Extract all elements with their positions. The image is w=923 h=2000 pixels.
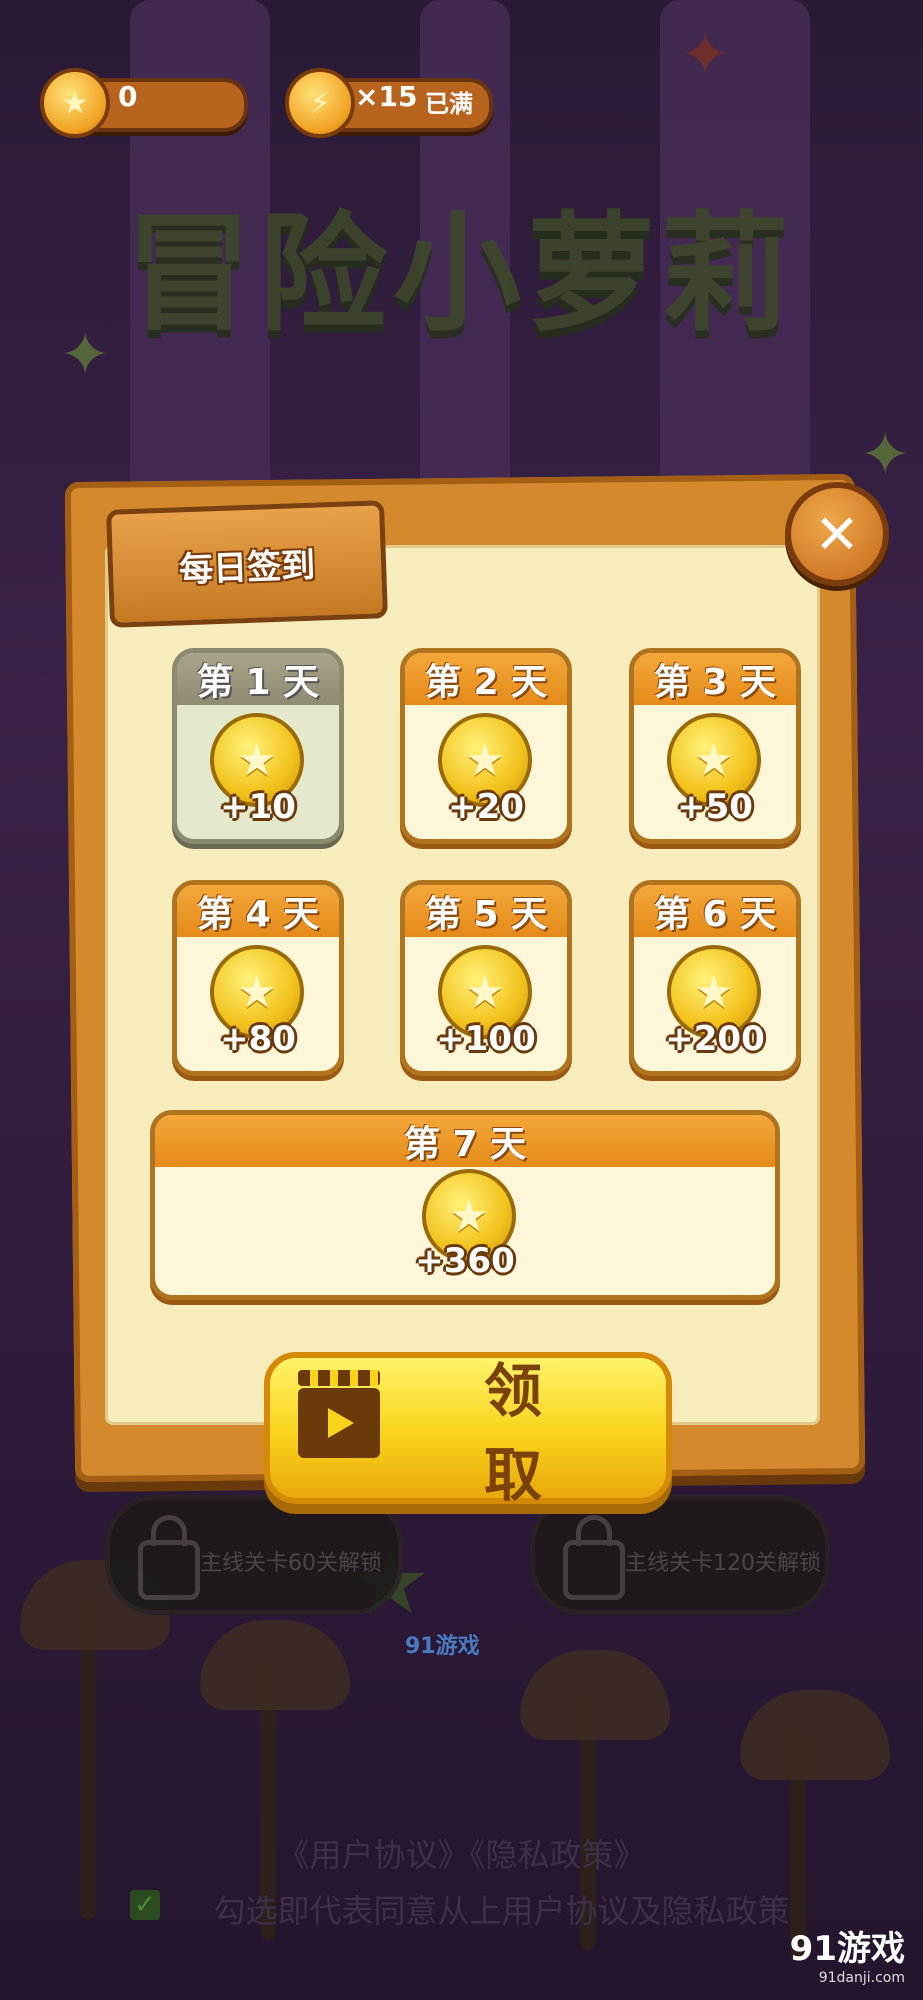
close-icon: ✕ [814,502,860,566]
day-label: 第 3 天 [634,653,796,705]
star-coin-icon: ★ [40,68,110,138]
locked-mode-button-right[interactable]: 主线关卡120关解锁 [530,1495,830,1615]
lock-icon [138,1515,200,1600]
mode-lock-text: 主线关卡60关解锁 [200,1551,382,1576]
star-decoration-icon: ✦ [860,420,911,490]
day-label: 第 5 天 [405,885,567,937]
claim-button[interactable]: 领 取 [264,1352,672,1509]
locked-mode-button-left[interactable]: 主线关卡60关解锁 [105,1495,403,1615]
mushroom-cap [520,1650,670,1740]
day-label: 第 4 天 [177,885,339,937]
day-card-6[interactable]: 第 6 天 ★ +200 [629,880,801,1076]
day-card-4[interactable]: 第 4 天 ★ +80 [172,880,344,1076]
policy-links[interactable]: 《用户协议》《隐私政策》 [0,1830,923,1876]
mode-lock-text: 主线关卡120关解锁 [625,1551,821,1576]
day-card-2[interactable]: 第 2 天 ★ +20 [400,648,572,844]
lock-icon [563,1515,625,1600]
reward-amount: +10 [220,787,296,827]
lightning-energy-icon: ⚡ [285,68,355,138]
brand-name: 91游戏 [789,1929,905,1969]
brand-url: 91danji.com [818,1970,905,1986]
day-card-5[interactable]: 第 5 天 ★ +100 [400,880,572,1076]
star-decoration-icon: ✦ [60,320,111,390]
mushroom-cap [200,1620,350,1710]
dialog-title: 每日签到 [178,545,316,590]
reward-amount: +360 [415,1241,515,1281]
day-label: 第 1 天 [177,653,339,705]
energy-count: ×15 [355,80,418,113]
reward-amount: +200 [665,1019,765,1059]
reward-amount: +50 [677,787,753,827]
day-card-7[interactable]: 第 7 天 ★ +360 [150,1110,780,1300]
day-label: 第 6 天 [634,885,796,937]
video-clapperboard-icon [298,1370,380,1458]
game-title: 冒险小萝莉 [124,200,795,349]
reward-amount: +20 [448,787,524,827]
dialog-title-plank: 每日签到 [106,500,388,628]
reward-amount: +100 [436,1019,536,1059]
close-button[interactable]: ✕ [785,482,889,586]
play-icon [328,1408,354,1438]
day-card-3[interactable]: 第 3 天 ★ +50 [629,648,801,844]
claim-label: 领 取 [483,1357,572,1509]
day-label: 第 7 天 [155,1115,775,1167]
star-decoration-icon: ✦ [680,20,731,90]
mushroom-cap [740,1690,890,1780]
coin-count: 0 [118,80,138,113]
day-card-1[interactable]: 第 1 天 ★ +10 [172,648,344,844]
day-label: 第 2 天 [405,653,567,705]
watermark: 91游戏 [405,1634,480,1659]
reward-amount: +80 [220,1019,296,1059]
energy-status: 已满 [425,90,473,118]
brand-watermark: 91游戏 91danji.com [790,1921,905,1986]
